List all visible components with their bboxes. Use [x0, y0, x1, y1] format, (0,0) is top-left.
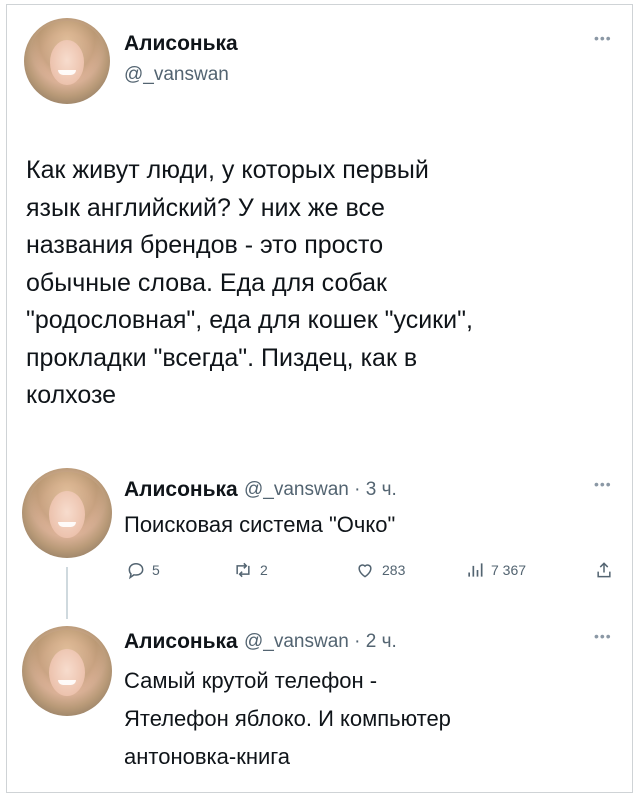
tweet-text-line: названия брендов - это просто — [26, 231, 384, 259]
reply-count: 5 — [152, 562, 160, 578]
reply1-meta[interactable]: @_vanswan · 3 ч. — [244, 479, 397, 501]
tweet-text-line: обычные слова. Еда для собак — [26, 268, 387, 297]
avatar[interactable] — [24, 18, 110, 104]
reply-icon — [128, 562, 144, 580]
reply-action[interactable]: 5 — [126, 558, 160, 582]
reply2-meta[interactable]: @_vanswan · 2 ч. — [244, 631, 397, 653]
views-count: 7 367 — [491, 562, 527, 578]
author-handle[interactable]: @_vanswan — [124, 64, 229, 86]
like-action[interactable]: 283 — [354, 558, 405, 582]
tweet-text-line: язык английский? У них же все — [26, 193, 385, 222]
tweet-text-line: Как живут люди, у которых первый — [26, 156, 429, 184]
reply2-author-name[interactable]: Алисонька — [124, 630, 238, 654]
reply2-avatar[interactable] — [22, 626, 112, 716]
retweet-icon — [236, 562, 250, 578]
like-count: 283 — [382, 562, 406, 578]
heart-icon — [358, 564, 372, 578]
reply1-more-icon[interactable]: ••• — [594, 476, 612, 492]
reply1-avatar[interactable] — [22, 468, 112, 558]
reply2-more-icon[interactable]: ••• — [594, 628, 612, 644]
tweet-text-line: прокладки "всегда". Пиздец, как в — [26, 343, 418, 372]
reply2-text-line: Ятелефон яблоко. И компьютер — [124, 706, 451, 731]
author-name[interactable]: Алисонька — [124, 32, 238, 56]
tweet-text: Как живут люди, у которых первый язык ан… — [26, 152, 473, 415]
views-icon — [468, 563, 483, 577]
views-action[interactable]: 7 367 — [465, 558, 526, 582]
retweet-action[interactable]: 2 — [232, 558, 268, 582]
share-action[interactable] — [594, 558, 614, 582]
reply2-text: Самый крутой телефон - Ятелефон яблоко. … — [124, 662, 451, 776]
reply2-text-line: Самый крутой телефон - — [124, 668, 378, 693]
share-icon — [597, 562, 611, 578]
tweet-text-line: "родословная", еда для кошек "усики", — [26, 306, 473, 334]
thread-line — [66, 567, 68, 619]
reply2-text-line: антоновка-книга — [124, 744, 291, 769]
retweet-count: 2 — [260, 562, 268, 578]
reply1-author-name[interactable]: Алисонька — [124, 478, 238, 502]
more-icon[interactable]: ••• — [594, 30, 612, 46]
reply1-text: Поисковая система "Очко" — [124, 512, 396, 537]
tweet-text-line: колхозе — [26, 381, 117, 409]
